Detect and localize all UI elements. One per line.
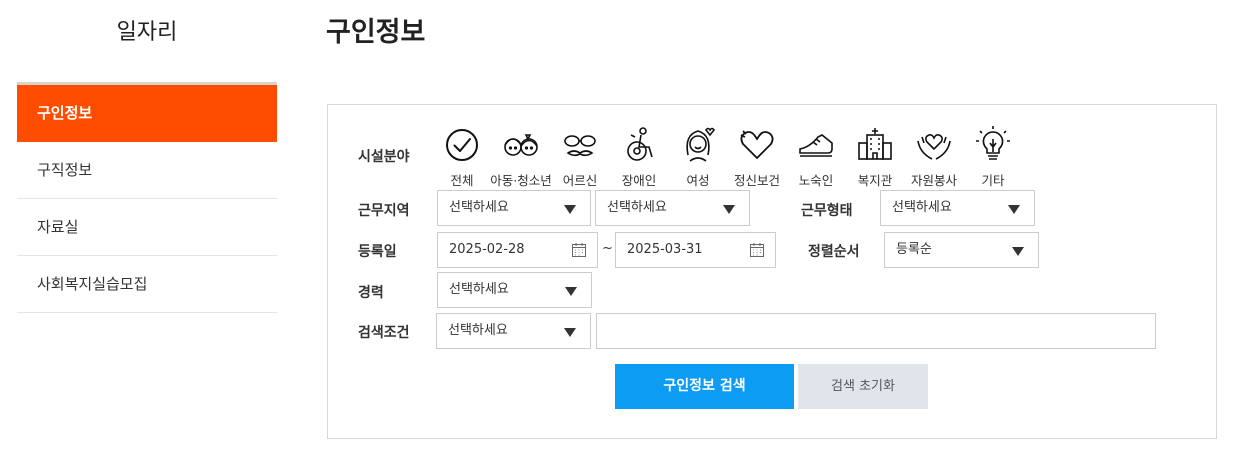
region-label: 근무지역 [358, 203, 410, 219]
calendar-icon[interactable] [571, 242, 587, 258]
facility-label: 시설분야 [358, 149, 410, 165]
category-other[interactable]: 기타 [959, 125, 1027, 189]
sidebar-item-resources[interactable]: 자료실 [17, 199, 277, 256]
calendar-icon[interactable] [749, 242, 765, 258]
date-separator: ~ [602, 241, 613, 256]
category-label: 복지관 [857, 173, 893, 188]
region-select-1[interactable]: 선택하세요 [437, 190, 591, 226]
sidebar-menu: 구인정보 구직정보 자료실 사회복지실습모집 [17, 82, 277, 313]
check-circle-icon [446, 129, 478, 161]
chevron-down-icon [564, 328, 576, 337]
category-list: 전체 아동·청소년 어르신 장애인 여성 정신보건 노숙인 복지관 자원봉사 기… [428, 125, 1027, 189]
sidebar-item-job-offers[interactable]: 구인정보 [17, 85, 277, 142]
date-to-field[interactable]: 2025-03-31 [615, 232, 776, 268]
search-button[interactable]: 구인정보 검색 [615, 364, 794, 409]
chevron-down-icon [1008, 205, 1020, 214]
category-label: 아동·청소년 [490, 173, 552, 188]
region-select-2-value: 선택하세요 [607, 200, 667, 215]
volunteer-hands-icon [917, 134, 951, 160]
reset-button[interactable]: 검색 초기화 [798, 364, 928, 409]
date-from-field[interactable]: 2025-02-28 [437, 232, 598, 268]
category-label: 노숙인 [798, 173, 834, 188]
sort-select-value: 등록순 [896, 242, 932, 257]
category-label: 장애인 [621, 173, 657, 188]
category-elderly[interactable]: 어르신 [546, 125, 614, 189]
lightbulb-icon [976, 126, 1010, 160]
career-select[interactable]: 선택하세요 [437, 272, 592, 308]
chevron-down-icon [723, 205, 735, 214]
keyword-input[interactable] [596, 313, 1156, 349]
condition-select[interactable]: 선택하세요 [436, 313, 591, 349]
category-child-youth[interactable]: 아동·청소년 [487, 125, 555, 189]
child-youth-icon [504, 134, 538, 156]
condition-label: 검색조건 [358, 325, 410, 341]
region-select-1-value: 선택하세요 [449, 200, 509, 215]
category-welfare-center[interactable]: 복지관 [841, 125, 909, 189]
chevron-down-icon [1012, 247, 1024, 256]
worktype-select[interactable]: 선택하세요 [880, 190, 1035, 226]
woman-icon [686, 127, 715, 162]
sidebar-title: 일자리 [116, 20, 178, 45]
condition-select-value: 선택하세요 [448, 323, 508, 338]
career-label: 경력 [358, 285, 384, 301]
sidebar-item-practicum[interactable]: 사회복지실습모집 [17, 256, 277, 313]
category-women[interactable]: 여성 [664, 125, 732, 189]
category-label: 정신보건 [733, 173, 780, 188]
chevron-down-icon [564, 205, 576, 214]
category-label: 자원봉사 [910, 173, 957, 188]
sort-select[interactable]: 등록순 [884, 232, 1039, 268]
date-label: 등록일 [358, 244, 397, 260]
category-all[interactable]: 전체 [428, 125, 496, 189]
sidebar-item-job-seekers[interactable]: 구직정보 [17, 142, 277, 199]
building-icon [858, 128, 892, 160]
worktype-label: 근무형태 [801, 203, 853, 219]
page-title: 구인정보 [326, 17, 426, 48]
chevron-down-icon [565, 287, 577, 296]
career-select-value: 선택하세요 [449, 282, 509, 297]
worktype-select-value: 선택하세요 [892, 200, 952, 215]
category-homeless[interactable]: 노숙인 [782, 125, 850, 189]
category-volunteer[interactable]: 자원봉사 [900, 125, 968, 189]
date-to-value: 2025-03-31 [627, 242, 703, 257]
date-from-value: 2025-02-28 [449, 242, 525, 257]
elderly-glasses-icon [564, 135, 596, 157]
wheelchair-icon [627, 127, 653, 161]
category-label: 어르신 [562, 173, 598, 188]
search-panel: 시설분야 전체 아동·청소년 어르신 장애인 여성 정신보건 노숙인 복지관 자… [327, 104, 1217, 439]
category-label: 기타 [981, 173, 1005, 188]
category-label: 전체 [450, 173, 474, 188]
sort-label: 정렬순서 [808, 244, 860, 260]
category-mental-health[interactable]: 정신보건 [723, 125, 791, 189]
category-disabled[interactable]: 장애인 [605, 125, 673, 189]
heart-icon [740, 130, 774, 160]
region-select-2[interactable]: 선택하세요 [595, 190, 750, 226]
category-label: 여성 [686, 173, 710, 188]
shoe-icon [799, 134, 833, 157]
